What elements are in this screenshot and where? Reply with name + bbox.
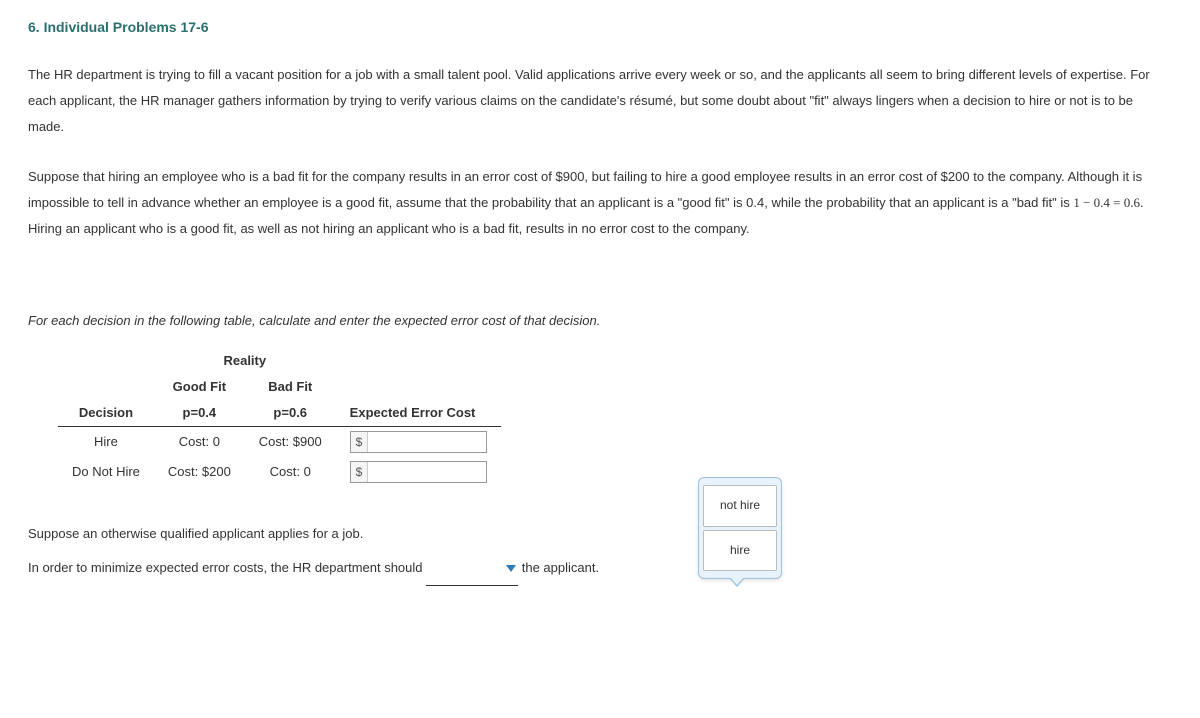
dropdown-option-not-hire[interactable]: not hire	[703, 485, 777, 526]
paragraph-2: Suppose that hiring an employee who is a…	[28, 164, 1172, 242]
table-row: Do Not Hire Cost: $200 Cost: 0 $	[58, 457, 501, 487]
reality-header: Reality	[154, 348, 336, 374]
expected-cost-input-nothire[interactable]	[368, 462, 486, 482]
q2-line1: Suppose an otherwise qualified applicant…	[28, 517, 1172, 551]
problem-title: 6. Individual Problems 17-6	[28, 18, 1172, 38]
para2-part-a: Suppose that hiring an employee who is a…	[28, 169, 1142, 210]
chevron-down-icon	[506, 565, 516, 572]
math-expression: 1 − 0.4 = 0.6	[1073, 195, 1140, 210]
table-row: Hire Cost: 0 Cost: $900 $	[58, 427, 501, 458]
expected-cost-input-hire-wrap[interactable]: $	[350, 431, 488, 453]
row-label-not-hire: Do Not Hire	[58, 457, 154, 487]
question-2-area: not hire hire Suppose an otherwise quali…	[28, 517, 1172, 586]
q2-line2-prefix: In order to minimize expected error cost…	[28, 560, 426, 575]
decision-table: Reality Good Fit Bad Fit Decision p=0.4 …	[58, 348, 501, 488]
currency-prefix: $	[351, 462, 369, 482]
p-bad-header: p=0.6	[245, 400, 336, 427]
answer-dropdown[interactable]	[426, 551, 518, 586]
expected-cost-header: Expected Error Cost	[336, 400, 502, 427]
cell-hire-bad: Cost: $900	[245, 427, 336, 458]
bad-fit-header: Bad Fit	[245, 374, 336, 400]
q2-line2-suffix: the applicant.	[518, 560, 599, 575]
expected-cost-input-hire[interactable]	[368, 432, 486, 452]
row-label-hire: Hire	[58, 427, 154, 458]
currency-prefix: $	[351, 432, 369, 452]
cell-nothire-bad: Cost: 0	[245, 457, 336, 487]
q2-line2: In order to minimize expected error cost…	[28, 551, 1172, 586]
cell-nothire-good: Cost: $200	[154, 457, 245, 487]
good-fit-header: Good Fit	[154, 374, 245, 400]
dropdown-option-hire[interactable]: hire	[703, 530, 777, 571]
dropdown-options-tooltip: not hire hire	[698, 477, 782, 578]
decision-header: Decision	[58, 400, 154, 427]
paragraph-1: The HR department is trying to fill a va…	[28, 62, 1172, 140]
expected-cost-input-nothire-wrap[interactable]: $	[350, 461, 488, 483]
p-good-header: p=0.4	[154, 400, 245, 427]
cell-hire-good: Cost: 0	[154, 427, 245, 458]
instruction-text: For each decision in the following table…	[28, 312, 1172, 330]
